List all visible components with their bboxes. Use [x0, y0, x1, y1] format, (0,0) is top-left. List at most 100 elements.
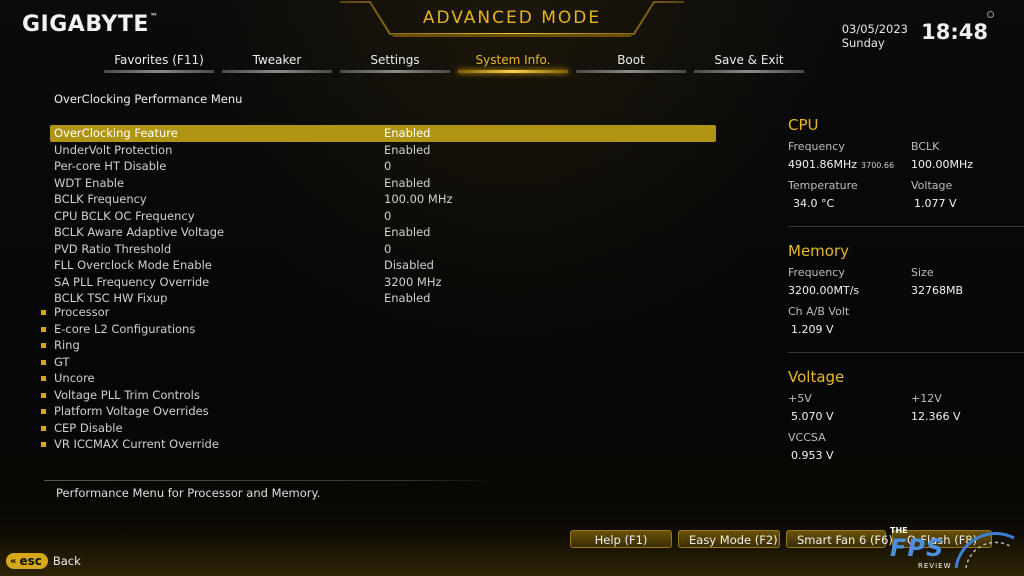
submenu-e-core-l2-configurations[interactable]: E-core L2 Configurations [40, 321, 219, 338]
gigabyte-logo: GIGABYTE™ [22, 12, 158, 37]
brand-trademark: ™ [149, 12, 159, 21]
tab-tweaker[interactable]: Tweaker [218, 51, 336, 73]
esc-key[interactable]: « esc [6, 553, 48, 569]
section-separator [788, 226, 1024, 227]
submenu-label: GT [54, 354, 70, 369]
setting-label: BCLK Frequency [54, 192, 147, 206]
setting-label: CPU BCLK OC Frequency [54, 208, 195, 223]
fps-review-watermark: THE FPS REVIEW [886, 524, 1016, 574]
submenu-label: E-core L2 Configurations [54, 321, 196, 336]
tab-settings[interactable]: Settings [336, 51, 454, 73]
cpu-section-title: CPU [788, 116, 819, 134]
setting-value[interactable]: 100.00 MHz [384, 191, 453, 208]
submenu-vr-iccmax-current-override[interactable]: VR ICCMAX Current Override [40, 436, 219, 453]
bullet-icon [41, 310, 46, 315]
memory-volt-value: 1.209 V [791, 323, 834, 336]
submenu-label: Ring [54, 338, 80, 352]
setting-value[interactable]: 0 [384, 208, 391, 225]
setting-label: FLL Overclock Mode Enable [54, 258, 212, 272]
date-block: 03/05/2023 Sunday [842, 22, 908, 50]
bullet-icon [41, 442, 46, 447]
setting-label: PVD Ratio Threshold [54, 241, 172, 256]
setting-value[interactable]: 0 [384, 158, 391, 175]
setting-value[interactable]: Disabled [384, 257, 434, 274]
submenu-label: Voltage PLL Trim Controls [54, 387, 200, 402]
voltage-5v-label: +5V [788, 392, 812, 405]
memory-volt-label: Ch A/B Volt [788, 305, 850, 318]
setting-row-pvd-ratio-threshold[interactable]: PVD Ratio Threshold 0 [50, 241, 716, 258]
setting-value[interactable]: 0 [384, 241, 391, 258]
setting-label: WDT Enable [54, 175, 125, 190]
memory-frequency-value: 3200.00MT/s [788, 284, 860, 297]
submenu-platform-voltage-overrides[interactable]: Platform Voltage Overrides [40, 403, 219, 420]
back-button[interactable]: « esc Back [6, 553, 81, 569]
setting-row-bclk-frequency[interactable]: BCLK Frequency 100.00 MHz [50, 191, 716, 208]
settings-list: OverClocking Feature Enabled UnderVolt P… [50, 125, 716, 307]
settings-dot-icon[interactable] [987, 11, 994, 18]
submenu-list: Processor E-core L2 Configurations Ring … [40, 304, 219, 453]
voltage-12v-value: 12.366 V [911, 410, 961, 423]
setting-label: OverClocking Feature [54, 126, 178, 140]
esc-label: esc [19, 554, 42, 568]
memory-size-value: 32768MB [911, 284, 964, 297]
bullet-icon [41, 409, 46, 414]
mode-banner: ADVANCED MODE [340, 0, 684, 38]
setting-row-sa-pll-frequency-override[interactable]: SA PLL Frequency Override 3200 MHz [50, 274, 716, 291]
setting-row-bclk-aware-adaptive-voltage[interactable]: BCLK Aware Adaptive Voltage Enabled [50, 224, 716, 241]
tab-system-info[interactable]: System Info. [454, 51, 572, 73]
bullet-icon [41, 359, 46, 365]
tab-save-exit[interactable]: Save & Exit [690, 51, 808, 73]
double-chevron-left-icon: « [10, 555, 17, 567]
setting-value[interactable]: Enabled [384, 224, 430, 241]
setting-label: BCLK Aware Adaptive Voltage [54, 225, 225, 239]
setting-value[interactable]: 3200 MHz [384, 274, 442, 291]
submenu-cep-disable[interactable]: CEP Disable [40, 420, 219, 437]
cpu-temperature-label: Temperature [788, 179, 858, 192]
submenu-ring[interactable]: Ring [40, 337, 219, 354]
mode-title: ADVANCED MODE [422, 8, 602, 28]
day: Sunday [841, 36, 885, 50]
section-separator [788, 352, 1024, 353]
bullet-icon [41, 425, 46, 431]
memory-frequency-label: Frequency [788, 266, 845, 279]
page-title: OverClocking Performance Menu [54, 92, 243, 106]
setting-value[interactable]: Enabled [384, 290, 430, 307]
setting-row-wdt-enable[interactable]: WDT Enable Enabled [50, 175, 716, 192]
bullet-icon [41, 343, 46, 348]
back-label: Back [52, 554, 81, 568]
easy-mode-button[interactable]: Easy Mode (F2) [678, 530, 780, 548]
help-button[interactable]: Help (F1) [570, 530, 672, 548]
bullet-icon [41, 392, 46, 398]
cpu-frequency-label: Frequency [788, 140, 845, 153]
memory-section-title: Memory [788, 242, 850, 260]
tab-boot[interactable]: Boot [572, 51, 690, 73]
clock: 18:48 [921, 20, 988, 44]
cpu-bclk-label: BCLK [911, 140, 940, 153]
setting-row-cpu-bclk-oc-frequency[interactable]: CPU BCLK OC Frequency 0 [50, 208, 716, 225]
setting-value[interactable]: Enabled [384, 142, 430, 159]
voltage-section-title: Voltage [788, 368, 845, 386]
submenu-label: Uncore [54, 371, 95, 385]
setting-row-per-core-ht-disable[interactable]: Per-core HT Disable 0 [50, 158, 716, 175]
cpu-voltage-label: Voltage [911, 179, 953, 192]
setting-row-fll-overclock-mode-enable[interactable]: FLL Overclock Mode Enable Disabled [50, 257, 716, 274]
setting-label: SA PLL Frequency Override [54, 274, 210, 289]
smart-fan-button[interactable]: Smart Fan 6 (F6) [786, 530, 893, 548]
submenu-gt[interactable]: GT [40, 354, 219, 371]
submenu-label: CEP Disable [54, 420, 123, 435]
setting-label: UnderVolt Protection [54, 142, 173, 157]
submenu-uncore[interactable]: Uncore [40, 370, 219, 387]
setting-value[interactable]: Enabled [384, 125, 430, 142]
submenu-voltage-pll-trim-controls[interactable]: Voltage PLL Trim Controls [40, 387, 219, 404]
setting-row-undervolt-protection[interactable]: UnderVolt Protection Enabled [50, 142, 716, 159]
bullet-icon [41, 326, 46, 332]
voltage-vccsa-label: VCCSA [788, 431, 826, 444]
setting-value[interactable]: Enabled [384, 175, 430, 192]
tab-favorites[interactable]: Favorites (F11) [100, 51, 218, 73]
help-text: Performance Menu for Processor and Memor… [56, 486, 321, 500]
help-divider [44, 480, 500, 481]
brand-name: GIGABYTE [22, 12, 149, 37]
submenu-processor[interactable]: Processor [40, 304, 219, 321]
setting-row-overclocking-feature[interactable]: OverClocking Feature Enabled [50, 125, 716, 142]
bullet-icon [41, 376, 46, 381]
